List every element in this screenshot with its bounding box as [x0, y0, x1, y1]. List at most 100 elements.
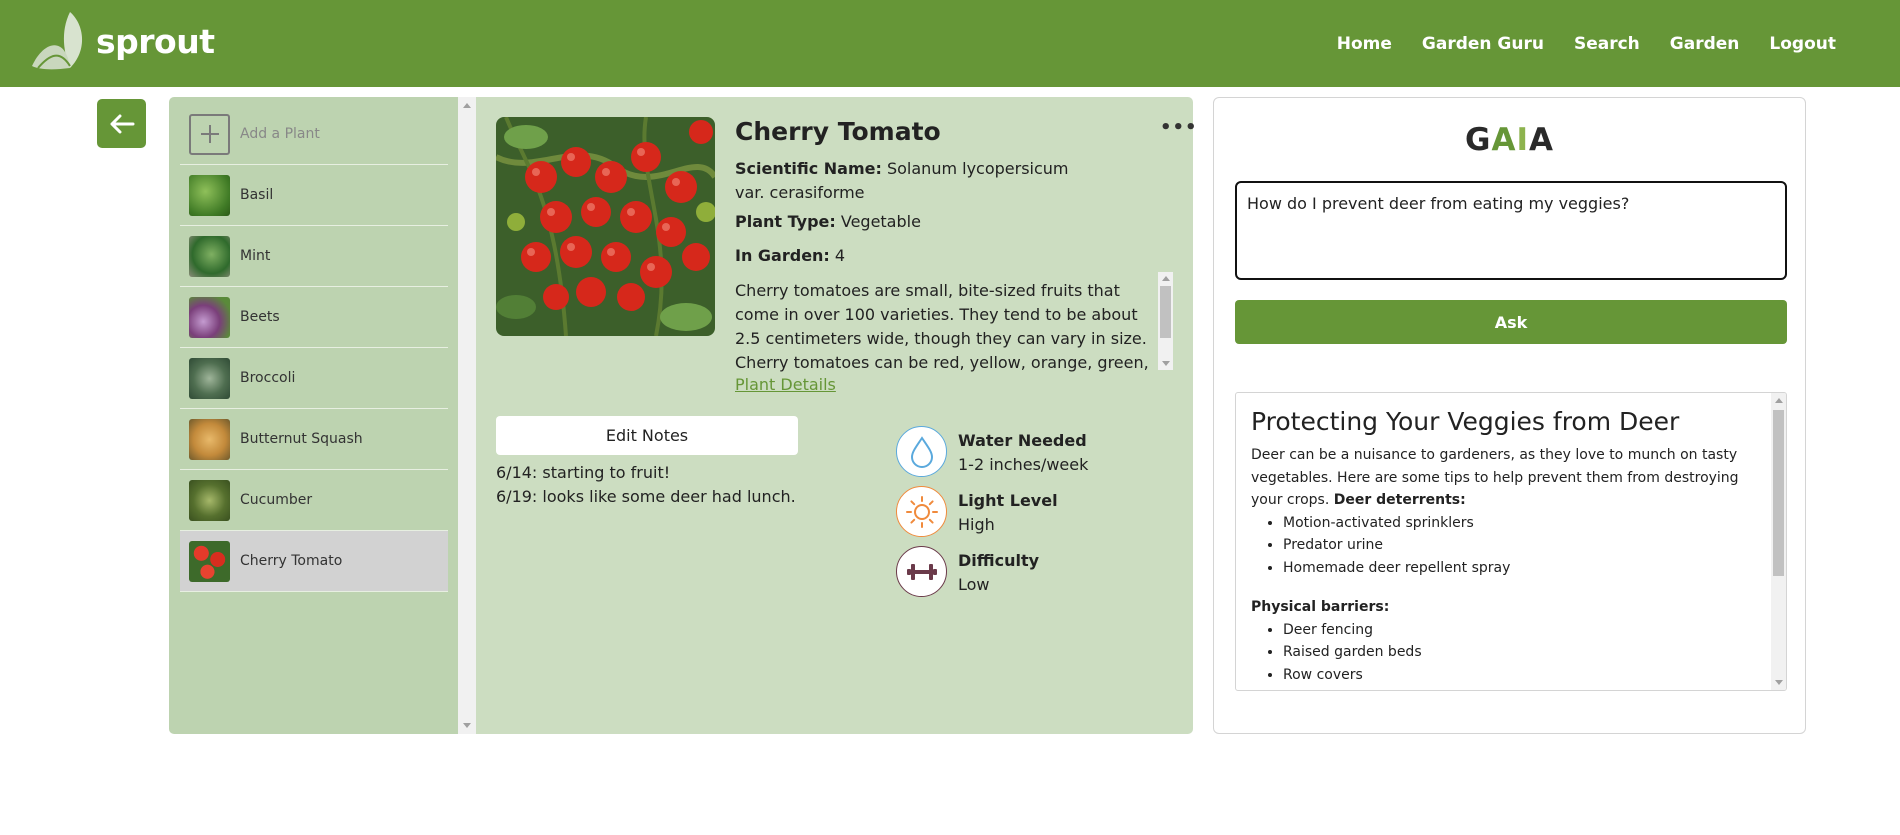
plant-detail-panel: Cherry Tomato ••• Scientific Name: Solan…	[476, 97, 1197, 734]
plant-thumbnail	[189, 418, 230, 460]
nav-search[interactable]: Search	[1574, 34, 1640, 54]
water-drop-icon	[896, 426, 947, 477]
plant-thumbnail	[189, 174, 230, 216]
scroll-down-icon[interactable]	[463, 723, 471, 728]
plant-photo	[496, 117, 715, 336]
stat-difficulty: Difficulty Low	[896, 546, 1039, 597]
answer-content: Protecting Your Veggies from Deer Deer c…	[1251, 407, 1761, 686]
nav-logout[interactable]: Logout	[1769, 34, 1836, 54]
scientific-name: Scientific Name: Solanum lycopersicum va…	[735, 157, 1095, 205]
sun-icon	[896, 486, 947, 537]
ask-button[interactable]: Ask	[1235, 300, 1787, 344]
plant-list: Add a Plant Basil Mint Beets Broccoli Bu…	[169, 97, 476, 734]
list-item: Homemade deer repellent spray	[1283, 557, 1761, 580]
stat-value: Low	[958, 575, 990, 594]
scroll-thumb[interactable]	[1773, 410, 1784, 576]
stat-title: Difficulty	[958, 551, 1040, 570]
scroll-down-icon[interactable]	[1775, 680, 1783, 685]
plant-thumbnail	[189, 357, 230, 399]
scroll-up-icon[interactable]	[1775, 398, 1783, 403]
in-garden-count: 4	[834, 246, 846, 265]
plant-thumbnail	[189, 479, 230, 521]
in-garden: In Garden: 4	[735, 244, 1095, 268]
gaia-logo-letter: G	[1465, 122, 1492, 158]
gaia-logo-letter: I	[1516, 122, 1529, 158]
gaia-assistant-panel: GAIA How do I prevent deer from eating m…	[1213, 97, 1806, 734]
plant-list-item-label: Cherry Tomato	[240, 553, 343, 569]
add-plant-label: Add a Plant	[240, 126, 320, 142]
list-item: Row covers	[1283, 664, 1761, 687]
app-logo[interactable]: sprout	[30, 10, 215, 72]
stat-title: Light Level	[958, 491, 1058, 510]
list-item: Motion-activated sprinklers	[1283, 512, 1761, 535]
note-line: 6/14: starting to fruit!	[496, 463, 671, 482]
scroll-down-icon[interactable]	[1162, 361, 1170, 366]
gaia-logo-letter: A	[1491, 122, 1517, 158]
plant-list-item-basil[interactable]: Basil	[180, 165, 448, 226]
app-name: sprout	[96, 21, 215, 61]
more-dots-icon[interactable]: •••	[1160, 117, 1198, 138]
plant-list-item-label: Beets	[240, 309, 280, 325]
nav-garden-guru[interactable]: Garden Guru	[1422, 34, 1544, 54]
plant-list-item-cherry-tomato[interactable]: Cherry Tomato	[180, 531, 448, 592]
barriers-list: Deer fencing Raised garden beds Row cove…	[1283, 619, 1761, 687]
gaia-logo: GAIA	[1214, 122, 1805, 158]
note-line: 6/19: looks like some deer had lunch.	[496, 487, 796, 506]
notes-list: 6/14: starting to fruit! 6/19: looks lik…	[496, 461, 796, 509]
stat-water: Water Needed 1-2 inches/week	[896, 426, 1088, 477]
plant-list-item-label: Butternut Squash	[240, 431, 363, 447]
scroll-thumb[interactable]	[1160, 286, 1171, 338]
answer-box: Protecting Your Veggies from Deer Deer c…	[1235, 392, 1787, 691]
scientific-name-label: Scientific Name:	[735, 159, 882, 178]
list-item: Predator urine	[1283, 534, 1761, 557]
stat-value: 1-2 inches/week	[958, 455, 1089, 474]
stat-title: Water Needed	[958, 431, 1087, 450]
leaf-icon	[32, 12, 83, 70]
edit-notes-button[interactable]: Edit Notes	[496, 416, 798, 455]
dumbbell-icon	[896, 546, 947, 597]
plant-thumbnail	[189, 540, 230, 582]
answer-intro-text: Deer can be a nuisance to gardeners, as …	[1251, 447, 1739, 508]
plant-list-item-cucumber[interactable]: Cucumber	[180, 470, 448, 531]
plant-type-label: Plant Type:	[735, 212, 836, 231]
stat-value: High	[958, 515, 995, 534]
deterrents-list: Motion-activated sprinklers Predator uri…	[1283, 512, 1761, 580]
list-item: Raised garden beds	[1283, 641, 1761, 664]
plant-list-item-mint[interactable]: Mint	[180, 226, 448, 287]
plant-details-link[interactable]: Plant Details	[735, 375, 836, 394]
top-navbar: sprout Home Garden Guru Search Garden Lo…	[0, 0, 1900, 87]
plant-list-item-butternut-squash[interactable]: Butternut Squash	[180, 409, 448, 470]
deterrents-heading: Deer deterrents:	[1333, 492, 1466, 508]
arrow-left-icon	[110, 114, 134, 133]
answer-title: Protecting Your Veggies from Deer	[1251, 407, 1680, 436]
nav-home[interactable]: Home	[1337, 34, 1392, 54]
description-scrollbar[interactable]	[1158, 272, 1173, 370]
barriers-heading: Physical barriers:	[1251, 599, 1390, 615]
plant-description: Cherry tomatoes are small, bite-sized fr…	[735, 281, 1149, 372]
plant-list-item-label: Cucumber	[240, 492, 313, 508]
plant-name: Cherry Tomato	[735, 117, 941, 146]
scroll-up-icon[interactable]	[463, 103, 471, 108]
plant-list-item-beets[interactable]: Beets	[180, 287, 448, 348]
list-item: Deer fencing	[1283, 619, 1761, 642]
plant-thumbnail	[189, 235, 230, 277]
question-input[interactable]: How do I prevent deer from eating my veg…	[1235, 181, 1787, 280]
plant-list-item-broccoli[interactable]: Broccoli	[180, 348, 448, 409]
gaia-logo-letter: A	[1529, 122, 1554, 158]
add-plant-button[interactable]: Add a Plant	[180, 104, 448, 165]
nav-garden[interactable]: Garden	[1670, 34, 1740, 54]
in-garden-label: In Garden:	[735, 246, 830, 265]
plant-type: Plant Type: Vegetable	[735, 210, 1095, 234]
plant-list-scrollbar[interactable]	[458, 97, 476, 734]
main-nav: Home Garden Guru Search Garden Logout	[1307, 0, 1836, 87]
plus-icon	[189, 113, 230, 155]
plant-list-item-label: Mint	[240, 248, 271, 264]
plant-list-item-label: Basil	[240, 187, 274, 203]
answer-intro: Deer can be a nuisance to gardeners, as …	[1251, 444, 1761, 512]
back-button[interactable]	[97, 99, 146, 148]
scroll-up-icon[interactable]	[1162, 276, 1170, 281]
plant-list-item-label: Broccoli	[240, 370, 296, 386]
plant-type-value: Vegetable	[840, 212, 921, 231]
answer-scrollbar[interactable]	[1771, 393, 1786, 690]
plant-thumbnail	[189, 296, 230, 338]
